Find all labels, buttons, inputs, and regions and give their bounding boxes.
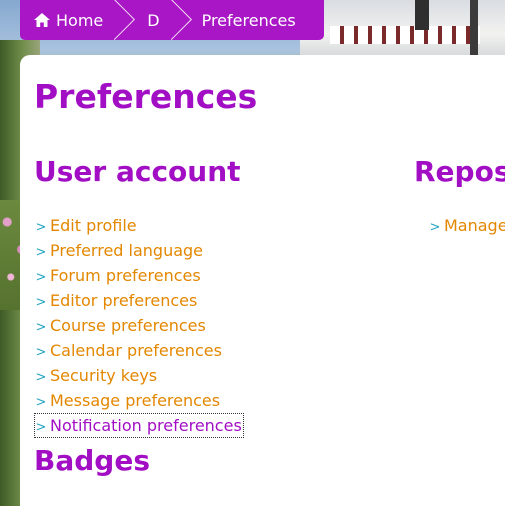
- chevron-right-icon: >: [429, 220, 441, 235]
- home-icon: [34, 13, 50, 27]
- breadcrumb-home-label: Home: [56, 10, 104, 30]
- link-calendar-preferences[interactable]: > Calendar preferences: [34, 338, 244, 363]
- chevron-right-icon: >: [35, 395, 47, 410]
- section-title-badges: Badges: [34, 444, 150, 477]
- repositories-links: > Manage: [428, 213, 505, 238]
- link-course-preferences[interactable]: > Course preferences: [34, 313, 244, 338]
- chevron-right-icon: >: [35, 245, 47, 260]
- link-editor-preferences[interactable]: > Editor preferences: [34, 288, 244, 313]
- chevron-right-icon: >: [35, 320, 47, 335]
- section-title-repositories: Repos: [414, 155, 505, 188]
- section-title-user-account: User account: [34, 155, 241, 188]
- link-notification-preferences[interactable]: > Notification preferences: [34, 413, 244, 438]
- main-panel: Preferences User account Repos > Edit pro…: [20, 55, 505, 506]
- link-preferred-language[interactable]: > Preferred language: [34, 238, 244, 263]
- chevron-right-icon: >: [35, 345, 47, 360]
- chevron-right-icon: >: [35, 220, 47, 235]
- chevron-right-icon: >: [35, 370, 47, 385]
- link-forum-preferences[interactable]: > Forum preferences: [34, 263, 244, 288]
- chevron-right-icon: >: [35, 420, 47, 435]
- breadcrumb-preferences[interactable]: Preferences: [182, 0, 324, 40]
- background-ship-stack: [415, 0, 429, 30]
- page-title: Preferences: [34, 77, 258, 116]
- breadcrumb-d-label: D: [147, 10, 160, 30]
- link-manage-repositories[interactable]: > Manage: [428, 213, 505, 238]
- user-account-links: > Edit profile > Preferred language > Forum…: [34, 213, 244, 438]
- breadcrumb: Home D Preferences: [20, 0, 324, 40]
- background-ship-mast: [470, 0, 478, 58]
- link-security-keys[interactable]: > Security keys: [34, 363, 244, 388]
- background-ship-cabin: [330, 26, 480, 44]
- breadcrumb-home[interactable]: Home: [20, 0, 125, 40]
- chevron-right-icon: >: [35, 295, 47, 310]
- link-message-preferences[interactable]: > Message preferences: [34, 388, 244, 413]
- chevron-right-icon: >: [35, 270, 47, 285]
- breadcrumb-preferences-label: Preferences: [201, 10, 296, 30]
- link-edit-profile[interactable]: > Edit profile: [34, 213, 244, 238]
- breadcrumb-d[interactable]: D: [125, 0, 181, 40]
